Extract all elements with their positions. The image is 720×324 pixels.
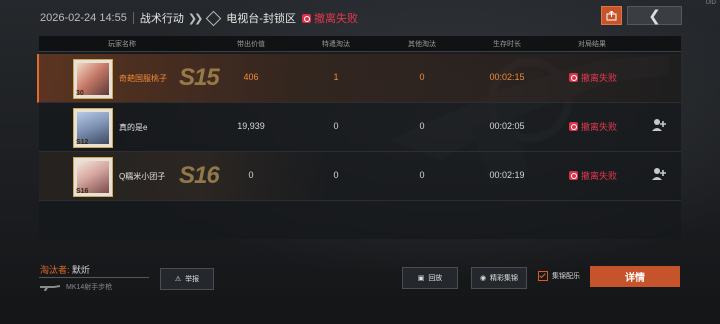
fail-icon [301,13,311,23]
checkbox-box[interactable] [538,271,548,281]
report-label: 举报 [185,276,200,283]
weapon-name: MK14射手步枪 [66,284,113,291]
details-button[interactable]: 详情 [590,266,680,287]
avatar-level: S16 [76,188,89,195]
result-cell: 撤离失败 [569,71,617,84]
player-name: 真的是e [119,123,148,132]
share-button[interactable] [601,6,622,25]
match-status: 撤离失败 [301,10,358,26]
special-kills-cell: 1 [333,72,339,82]
value-cell: 0 [248,170,254,180]
match-info-bar: 2026-02-24 14:55 战术行动 ❯❯ 电视台-封锁区 撤离失败 [40,9,358,27]
survival-cell: 00:02:19 [489,170,525,180]
avatar[interactable]: 30 [73,59,113,99]
other-kills-cell: 0 [419,170,425,180]
rifle-icon [40,284,60,291]
replay-label: 回放 [428,275,443,282]
table-row[interactable]: S16 Q糯米小团子 S16 0 0 0 00:02:19 撤离失败 [39,152,681,201]
player-name: Q糯米小团子 [119,172,166,181]
avatar-level: 30 [76,90,84,97]
killer-info: 淘汰者: 默炘 [40,263,90,276]
col-player-name: 玩家名称 [108,41,136,48]
checkbox-label: 集锦配乐 [552,273,580,280]
chevron-left-icon: ❮ [648,7,661,25]
divider [39,277,149,278]
replay-button[interactable]: ▣ 回放 [402,267,458,289]
back-button[interactable]: ❮ [627,6,682,25]
chevron-right-icon: ❯❯ [187,12,204,25]
avatar-level: S12 [76,139,89,146]
avatar[interactable]: S12 [73,108,113,148]
col-survival: 生存时长 [493,41,521,48]
result-label: 撤离失败 [581,171,618,181]
warning-icon: ⚠ [174,276,182,283]
col-result: 对局结果 [578,41,606,48]
highlights-button[interactable]: ◉ 精彩集锦 [471,267,527,289]
killer-name: 默炘 [72,265,91,275]
match-status-label: 撤离失败 [313,13,358,25]
result-label: 撤离失败 [581,122,618,132]
report-button[interactable]: ⚠ 举报 [160,268,214,290]
fail-icon [569,73,578,82]
highlight-music-checkbox[interactable]: 集锦配乐 [538,271,580,281]
table-header: 玩家名称 带出价值 特遣淘汰 其他淘汰 生存时长 对局结果 [39,36,681,52]
result-cell: 撤离失败 [569,120,617,133]
divider [132,12,134,24]
scoreboard-table: 玩家名称 带出价值 特遣淘汰 其他淘汰 生存时长 对局结果 30 奇葩国服桃子 … [37,36,683,239]
other-kills-cell: 0 [419,121,425,131]
highlights-label: 精彩集锦 [490,275,519,282]
highlights-icon: ◉ [479,275,487,282]
add-friend-icon[interactable] [651,117,667,133]
table-row[interactable]: S12 真的是e 19,939 0 0 00:02:05 撤离失败 [39,103,681,152]
corner-id: UID [705,0,716,6]
game-mode: 战术行动 [139,13,184,25]
other-kills-cell: 0 [419,72,425,82]
value-cell: 19,939 [237,121,265,131]
col-other-kills: 其他淘汰 [408,41,436,48]
survival-cell: 00:02:15 [489,72,525,82]
replay-icon: ▣ [417,275,425,282]
col-special-kills: 特遣淘汰 [322,41,350,48]
match-datetime: 2026-02-24 14:55 [40,12,127,24]
avatar[interactable]: S16 [73,157,113,197]
table-row[interactable]: 30 奇葩国服桃子 S15 406 1 0 00:02:15 撤离失败 [37,54,683,103]
result-cell: 撤离失败 [569,169,617,182]
fail-icon [569,122,578,131]
player-name: 奇葩国服桃子 [119,74,167,83]
col-value: 带出价值 [237,41,265,48]
result-label: 撤离失败 [581,73,618,83]
fail-icon [569,171,578,180]
killer-label: 淘汰者: [40,265,70,275]
survival-cell: 00:02:05 [489,121,525,131]
special-kills-cell: 0 [333,170,339,180]
special-kills-cell: 0 [333,121,339,131]
map-icon [206,10,222,26]
value-cell: 406 [243,72,259,82]
killer-weapon: MK14射手步枪 [40,282,112,292]
add-friend-icon[interactable] [651,166,667,182]
share-icon [606,10,617,20]
map-name: 电视台-封锁区 [226,13,296,25]
